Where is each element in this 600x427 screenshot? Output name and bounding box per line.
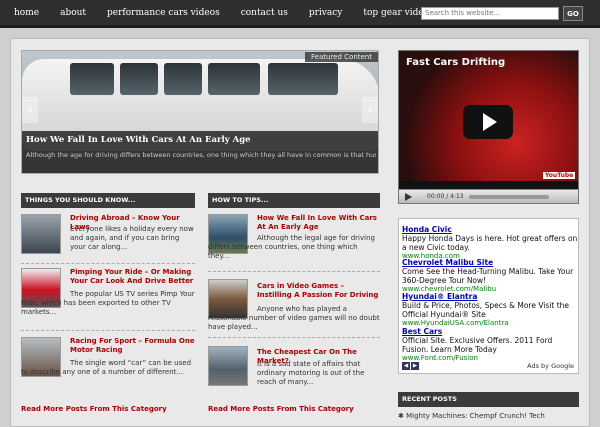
ad-description: Build & Price, Photos, Specs & More Visi… — [402, 301, 570, 319]
post-excerpt: Anyone who has played a reasonable numbe… — [208, 305, 380, 331]
main-nav: home about performance cars videos conta… — [14, 8, 455, 18]
section-heading: HOW TO TIPS... — [208, 193, 380, 208]
play-icon[interactable] — [483, 113, 497, 131]
search-input[interactable]: Search this website... — [421, 7, 559, 20]
ad-title[interactable]: Honda Civic — [402, 225, 578, 234]
post-title[interactable]: Racing For Sport – Formula One Motor Rac… — [70, 337, 195, 355]
post-excerpt: The single word “car” can be used to des… — [21, 359, 192, 376]
ads-pager: ◀ ▶ — [402, 362, 419, 370]
featured-excerpt: Although the age for driving differs bet… — [26, 151, 376, 159]
post-title[interactable]: Pimping Your Ride – Or Making Your Car L… — [70, 268, 195, 286]
ad-item[interactable]: Hyundai® Elantra Build & Price, Photos, … — [402, 292, 578, 328]
recent-post-title[interactable]: Mighty Machines: Chempf Crunch! Tech — [406, 412, 545, 420]
divider — [208, 337, 380, 338]
limo-window — [164, 63, 202, 95]
post-excerpt: The popular US TV series Pimp Your Ride,… — [21, 290, 195, 316]
post-thumbnail[interactable] — [208, 346, 248, 386]
featured-label: Featured Content — [305, 52, 378, 62]
limo-window — [208, 63, 260, 95]
google-ads-box: Honda Civic Happy Honda Days is here. Ho… — [398, 218, 579, 374]
post-excerpt: It is a sad state of affairs that ordina… — [257, 360, 365, 386]
limo-window — [268, 63, 338, 95]
post-title[interactable]: How We Fall In Love With Cars At An Earl… — [257, 214, 380, 232]
ad-item[interactable]: Honda Civic Happy Honda Days is here. Ho… — [402, 225, 578, 261]
youtube-logo[interactable]: YouTube — [543, 172, 576, 179]
limo-window — [70, 63, 114, 95]
ads-prev-icon[interactable]: ◀ — [402, 362, 410, 370]
recent-post-item[interactable]: ✱ Mighty Machines: Chempf Crunch! Tech — [398, 412, 545, 420]
post-excerpt: Although the legal age for driving diffe… — [208, 234, 375, 260]
nav-privacy[interactable]: privacy — [309, 8, 343, 18]
slider-prev-arrow-icon[interactable]: ‹ — [22, 97, 38, 123]
recent-posts-heading: RECENT POSTS — [398, 392, 579, 407]
video-player[interactable]: Fast Cars Drifting YouTube 00:00 / 4:13 — [398, 50, 579, 204]
featured-caption: How We Fall In Love With Cars At An Earl… — [22, 131, 378, 173]
divider — [208, 271, 380, 272]
control-play-icon[interactable] — [405, 193, 412, 201]
video-controls: 00:00 / 4:13 — [399, 189, 578, 203]
post-excerpt: Everyone likes a holiday every now and a… — [70, 225, 194, 251]
featured-title[interactable]: How We Fall In Love With Cars At An Earl… — [26, 135, 376, 145]
ad-title[interactable]: Hyundai® Elantra — [402, 292, 578, 301]
divider — [21, 330, 195, 331]
ad-title[interactable]: Chevrolet Malibu Site — [402, 258, 578, 267]
nav-about[interactable]: about — [60, 8, 86, 18]
read-more-link[interactable]: Read More Posts From This Category — [21, 405, 167, 413]
ad-title[interactable]: Best Cars — [402, 327, 578, 336]
ad-item[interactable]: Best Cars Official Site. Exclusive Offer… — [402, 327, 578, 363]
nav-home[interactable]: home — [14, 8, 39, 18]
search-go-button[interactable]: GO — [563, 6, 583, 21]
ad-description: Come See the Head-Turning Malibu. Take Y… — [402, 267, 574, 285]
top-nav-bar: home about performance cars videos conta… — [0, 0, 600, 28]
post-title[interactable]: Cars in Video Games – Instilling A Passi… — [257, 282, 380, 300]
gear-icon: ✱ — [398, 412, 404, 420]
ad-description: Happy Honda Days is here. Hot great offe… — [402, 234, 578, 252]
ad-description: Official Site. Exclusive Offers. 2011 Fo… — [402, 336, 553, 354]
limo-window — [120, 63, 158, 95]
featured-slider[interactable]: Featured Content ‹ › How We Fall In Love… — [21, 50, 379, 174]
nav-performance-cars-videos[interactable]: performance cars videos — [107, 8, 220, 18]
read-more-link[interactable]: Read More Posts From This Category — [208, 405, 354, 413]
ads-by-google-label[interactable]: Ads by Google — [527, 362, 574, 370]
video-progress-bar[interactable] — [469, 195, 549, 199]
ad-item[interactable]: Chevrolet Malibu Site Come See the Head-… — [402, 258, 578, 294]
video-time: 00:00 / 4:13 — [427, 193, 464, 200]
divider — [21, 263, 195, 264]
post-thumbnail[interactable] — [21, 214, 61, 254]
ads-next-icon[interactable]: ▶ — [411, 362, 419, 370]
section-heading: THINGS YOU SHOULD KNOW... — [21, 193, 195, 208]
nav-contact-us[interactable]: contact us — [241, 8, 288, 18]
slider-next-arrow-icon[interactable]: › — [362, 97, 378, 123]
video-title[interactable]: Fast Cars Drifting — [406, 57, 505, 68]
